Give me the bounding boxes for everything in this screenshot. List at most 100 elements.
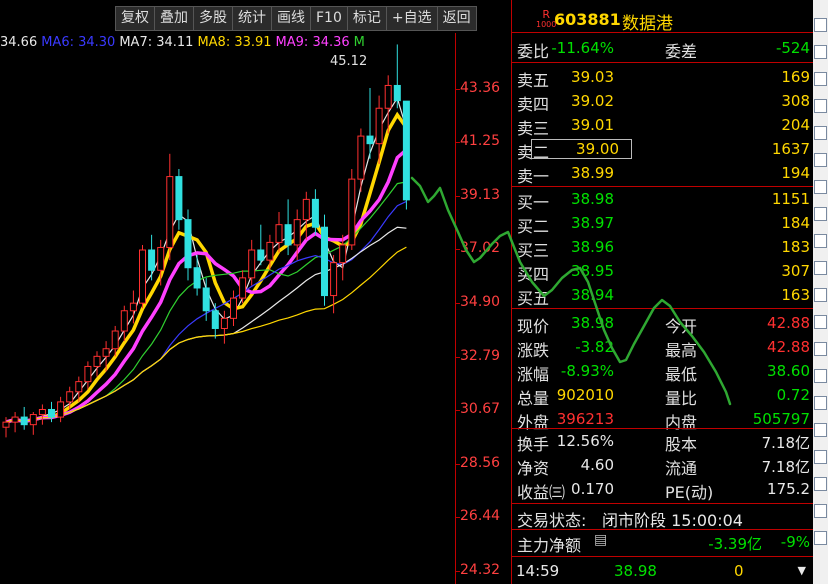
bid-volume: 1151 <box>771 190 810 208</box>
price-tick-label: 28.56 <box>460 454 501 471</box>
candle-body <box>348 178 356 246</box>
candle-body <box>66 391 74 403</box>
document-icon[interactable]: ▤ <box>594 532 607 548</box>
bid-volume: 163 <box>781 286 810 304</box>
ask-row: 卖二 39.00 1637 <box>512 138 814 162</box>
bid-label: 买四 <box>517 265 550 284</box>
bid-label: 买一 <box>517 193 550 212</box>
bid-volume: 307 <box>781 262 810 280</box>
row-value-2: 38.60 <box>767 362 810 380</box>
candle-body <box>20 416 28 426</box>
candle-body <box>357 135 365 180</box>
row-value: 12.56% <box>556 432 614 450</box>
candle-body <box>129 302 137 312</box>
fundamental-row: 换手 12.56% 股本 7.18亿 <box>512 430 814 454</box>
row-value-2: 0.72 <box>776 386 810 404</box>
bid-label: 买二 <box>517 217 550 236</box>
candle-body <box>302 198 310 221</box>
sidebar-tool-icon[interactable] <box>814 207 827 221</box>
panel-divider <box>512 32 814 33</box>
candle <box>248 239 256 286</box>
row-label-2: PE(动) <box>665 483 714 502</box>
last-tick-price: 38.98 <box>614 562 657 580</box>
candle <box>330 255 338 314</box>
ask-price: 39.03 <box>571 68 614 86</box>
main-flow-value: -3.39亿 <box>708 535 762 553</box>
sidebar-tool-icon[interactable] <box>814 477 827 491</box>
candle <box>29 412 37 435</box>
price-tick-label: 32.79 <box>460 347 501 364</box>
candle-body <box>202 287 210 312</box>
sidebar-tool-icon[interactable] <box>814 261 827 275</box>
sidebar-tool-icon[interactable] <box>814 153 827 167</box>
sidebar-tool-icon[interactable] <box>814 18 827 32</box>
candle-body <box>166 176 174 248</box>
row-value-2: 42.88 <box>767 338 810 356</box>
row-value: 0.170 <box>571 480 614 498</box>
moving-average-line <box>5 246 407 423</box>
candle-body <box>148 249 156 271</box>
sidebar-tool-icon[interactable] <box>814 342 827 356</box>
candle-body <box>321 226 328 297</box>
sidebar-tool-icon[interactable] <box>814 531 827 545</box>
last-tick-row: 14:59 38.98 0 ▼ <box>512 560 814 584</box>
toolbar-button-1[interactable]: 叠加 <box>155 7 194 30</box>
ask-label: 卖一 <box>517 167 550 186</box>
toolbar-button-2[interactable]: 多股 <box>194 7 233 30</box>
candle-body <box>330 262 338 297</box>
row-value-2: 505797 <box>752 410 810 428</box>
bid-row: 买一 38.98 1151 <box>512 188 814 212</box>
stock-header: R 1000 603881 数据港 <box>512 8 814 34</box>
candle <box>193 255 201 296</box>
ma-legend-item: M <box>353 35 365 50</box>
toolbar-button-7[interactable]: +自选 <box>387 7 438 30</box>
quote-stat-row: 涨跌 -3.82 最高 42.88 <box>512 336 814 360</box>
bid-row: 买五 38.94 163 <box>512 284 814 308</box>
candle <box>393 44 401 109</box>
row-label-2: 流通 <box>665 459 698 478</box>
toolbar-button-3[interactable]: 统计 <box>233 7 272 30</box>
toolbar-button-8[interactable]: 返回 <box>438 7 476 30</box>
candle <box>11 412 19 433</box>
sidebar-tool-icon[interactable] <box>814 99 827 113</box>
toolbar-button-0[interactable]: 复权 <box>116 7 155 30</box>
dropdown-arrow-icon[interactable]: ▼ <box>798 564 806 577</box>
sidebar-tool-icon[interactable] <box>814 72 827 86</box>
sidebar-tool-icon[interactable] <box>814 369 827 383</box>
candle-body <box>139 249 146 304</box>
ask-price: 39.01 <box>571 116 614 134</box>
sidebar-tool-icon[interactable] <box>814 45 827 59</box>
row-value: 902010 <box>556 386 614 404</box>
candle <box>166 153 174 261</box>
toolbar-button-6[interactable]: 标记 <box>348 7 387 30</box>
candle-body <box>93 355 101 367</box>
panel-divider <box>512 308 814 309</box>
candle-body <box>248 249 256 279</box>
candle-body <box>366 135 374 145</box>
price-tick-label: 41.25 <box>460 133 501 150</box>
bid-volume: 184 <box>781 214 810 232</box>
moving-average-line <box>5 111 408 424</box>
bid-row: 买三 38.96 183 <box>512 236 814 260</box>
sidebar-tool-icon[interactable] <box>814 396 827 410</box>
sidebar-tool-icon[interactable] <box>814 423 827 437</box>
candle-body <box>211 310 219 329</box>
sidebar-tool-icon[interactable] <box>814 504 827 518</box>
sidebar-tool-icon[interactable] <box>814 234 827 248</box>
sidebar-tool-icon[interactable] <box>814 288 827 302</box>
row-label: 总量 <box>517 389 550 408</box>
ask-volume: 204 <box>781 116 810 134</box>
price-tick-label: 30.67 <box>460 401 501 418</box>
candle <box>402 100 410 210</box>
bid-volume: 183 <box>781 238 810 256</box>
ask-row: 卖四 39.02 308 <box>512 90 814 114</box>
sidebar-tool-icon[interactable] <box>814 126 827 140</box>
toolbar-button-5[interactable]: F10 <box>311 7 348 30</box>
row-value-2: 42.88 <box>767 314 810 332</box>
price-tick-label: 43.36 <box>460 80 501 96</box>
candle <box>220 310 228 344</box>
toolbar-button-4[interactable]: 画线 <box>272 7 311 30</box>
sidebar-tool-icon[interactable] <box>814 315 827 329</box>
sidebar-tool-icon[interactable] <box>814 450 827 464</box>
sidebar-tool-icon[interactable] <box>814 180 827 194</box>
